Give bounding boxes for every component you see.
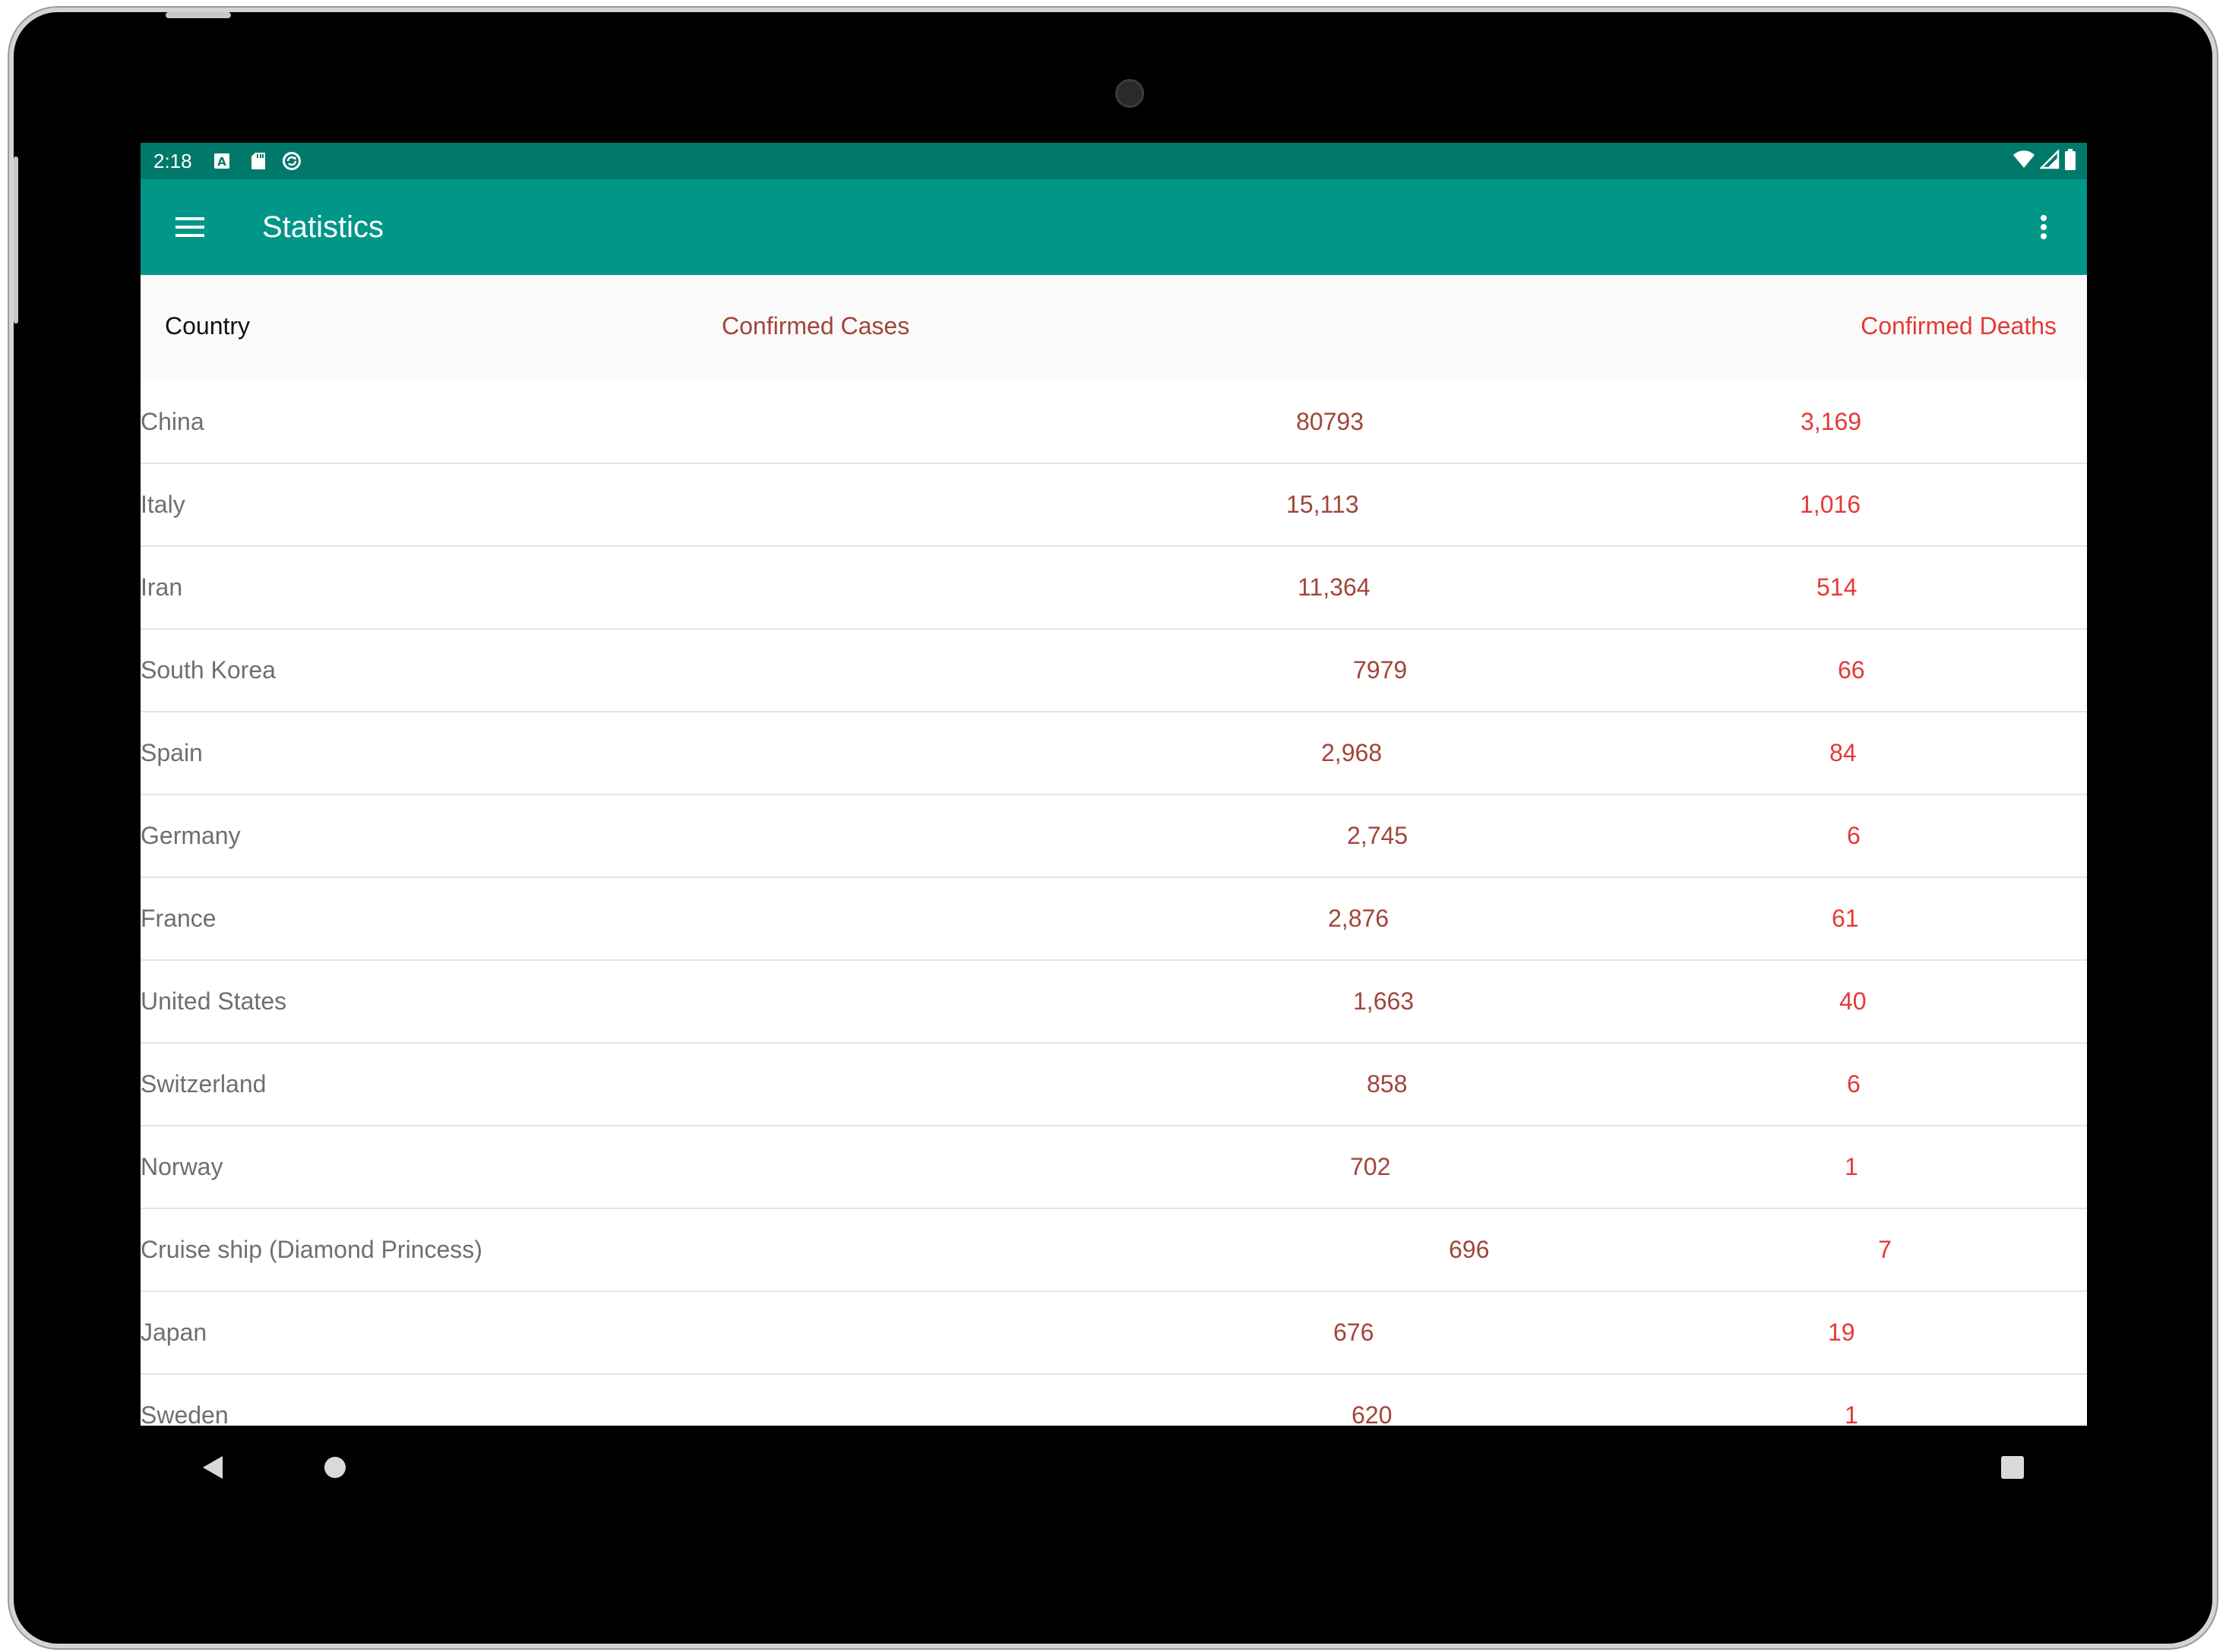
column-header-country[interactable]: Country	[165, 311, 250, 341]
confirmed-deaths-value: 1	[1845, 1153, 1858, 1180]
confirmed-cases-value: 7979	[1353, 656, 1408, 684]
confirmed-deaths-value: 66	[1838, 656, 1865, 684]
table-row[interactable]: China 80793 3,169	[141, 381, 2087, 464]
back-icon[interactable]	[194, 1448, 232, 1486]
confirmed-deaths-value: 61	[1832, 905, 1859, 932]
confirmed-cases-value: 11,364	[1298, 573, 1371, 601]
country-name: Sweden	[141, 1401, 229, 1426]
table-row[interactable]: Sweden 620 1	[141, 1375, 2087, 1426]
column-header-confirmed-cases[interactable]: Confirmed Cases	[722, 311, 909, 341]
table-row[interactable]: Germany 2,745 6	[141, 795, 2087, 878]
confirmed-cases-value: 702	[1350, 1153, 1391, 1180]
table-row[interactable]: Italy 15,113 1,016	[141, 464, 2087, 547]
table-row[interactable]: Norway 702 1	[141, 1126, 2087, 1209]
table-row[interactable]: Spain 2,968 84	[141, 712, 2087, 795]
camera-icon	[1115, 79, 1144, 108]
confirmed-cases-value: 2,968	[1321, 739, 1383, 766]
navigation-bar	[141, 1426, 2087, 1509]
confirmed-cases-value: 15,113	[1286, 491, 1359, 518]
cell-signal-icon	[2038, 148, 2060, 172]
status-bar: 2:18 A	[141, 143, 2087, 179]
recents-icon[interactable]	[1994, 1448, 2032, 1486]
app-bar: Statistics	[141, 179, 2087, 275]
keyboard-a-icon: A	[212, 151, 232, 171]
page-title: Statistics	[262, 210, 384, 244]
confirmed-cases-value: 858	[1367, 1070, 1408, 1098]
country-name: Iran	[141, 573, 183, 601]
wifi-icon	[2013, 150, 2035, 172]
screen: 2:18 A Statistics Country Confirmed Case…	[141, 143, 2087, 1426]
column-header-confirmed-deaths[interactable]: Confirmed Deaths	[1861, 311, 2057, 341]
confirmed-deaths-value: 19	[1828, 1319, 1855, 1346]
table-row[interactable]: Iran 11,364 514	[141, 547, 2087, 630]
sync-icon	[282, 151, 302, 171]
country-name: Italy	[141, 491, 185, 518]
confirmed-deaths-value: 7	[1878, 1236, 1892, 1263]
confirmed-cases-value: 2,876	[1328, 905, 1390, 932]
volume-button	[14, 156, 18, 324]
confirmed-cases-value: 676	[1333, 1319, 1374, 1346]
country-name: United States	[141, 987, 287, 1015]
svg-text:A: A	[217, 155, 226, 169]
table-row[interactable]: Cruise ship (Diamond Princess) 696 7	[141, 1209, 2087, 1292]
confirmed-deaths-value: 84	[1829, 739, 1857, 766]
confirmed-cases-value: 620	[1352, 1401, 1393, 1426]
country-name: Switzerland	[141, 1070, 267, 1098]
country-name: Japan	[141, 1319, 207, 1346]
confirmed-deaths-value: 514	[1817, 573, 1858, 601]
confirmed-deaths-value: 40	[1839, 987, 1867, 1015]
confirmed-deaths-value: 6	[1847, 822, 1861, 849]
country-name: Cruise ship (Diamond Princess)	[141, 1236, 482, 1263]
confirmed-deaths-value: 1,016	[1800, 491, 1861, 518]
country-name: Germany	[141, 822, 241, 849]
confirmed-deaths-value: 6	[1847, 1070, 1861, 1098]
table-row[interactable]: Japan 676 19	[141, 1292, 2087, 1375]
table-row[interactable]: United States 1,663 40	[141, 961, 2087, 1044]
home-icon[interactable]	[316, 1448, 354, 1486]
confirmed-cases-value: 696	[1449, 1236, 1490, 1263]
hamburger-menu-icon[interactable]	[171, 208, 209, 246]
confirmed-deaths-value: 1	[1845, 1401, 1858, 1426]
country-name: France	[141, 905, 217, 932]
table-header: Country Confirmed Cases Confirmed Deaths	[141, 275, 2087, 381]
country-name: Spain	[141, 739, 203, 766]
table-row[interactable]: Switzerland 858 6	[141, 1044, 2087, 1126]
status-time: 2:18	[153, 150, 192, 172]
statistics-list[interactable]: China 80793 3,169 Italy 15,113 1,016 Ira…	[141, 381, 2087, 1426]
battery-icon	[2064, 149, 2076, 173]
confirmed-cases-value: 2,745	[1347, 822, 1409, 849]
confirmed-deaths-value: 3,169	[1801, 408, 1862, 435]
sd-card-icon	[248, 151, 268, 171]
confirmed-cases-value: 80793	[1296, 408, 1364, 435]
country-name: China	[141, 408, 204, 435]
table-row[interactable]: France 2,876 61	[141, 878, 2087, 961]
confirmed-cases-value: 1,663	[1353, 987, 1415, 1015]
table-row[interactable]: South Korea 7979 66	[141, 630, 2087, 712]
more-options-icon[interactable]	[2032, 208, 2055, 246]
power-button	[166, 12, 231, 18]
country-name: South Korea	[141, 656, 276, 684]
country-name: Norway	[141, 1153, 223, 1180]
